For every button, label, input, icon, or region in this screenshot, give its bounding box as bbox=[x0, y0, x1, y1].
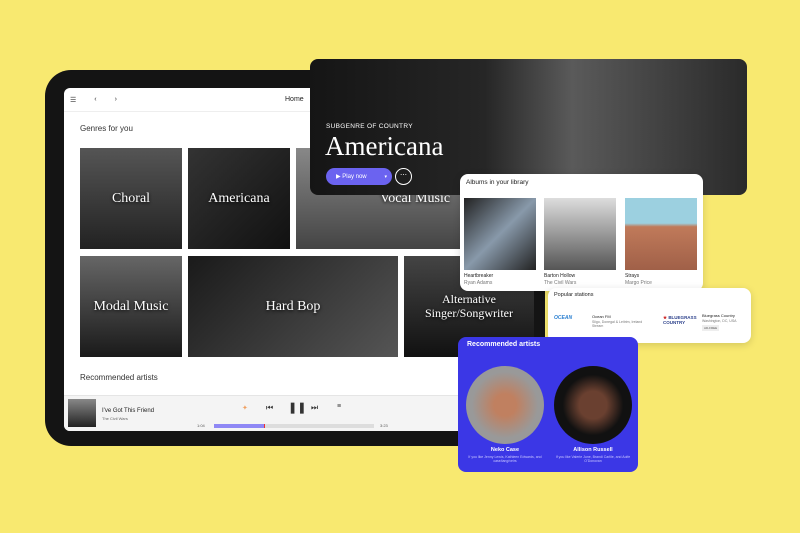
previous-icon[interactable]: ⏮ bbox=[266, 403, 273, 413]
artist-desc: If you like Jenny Lewis, Kathleen Edward… bbox=[468, 455, 542, 463]
album-name: Barton Hollow bbox=[544, 273, 576, 279]
genres-title: Genres for you bbox=[80, 124, 133, 133]
album-cover[interactable] bbox=[464, 198, 536, 270]
album-cover[interactable] bbox=[544, 198, 616, 270]
station-badge: AD-FREE bbox=[702, 325, 720, 331]
hero-title: Americana bbox=[325, 131, 444, 161]
star-icon[interactable]: ✦ bbox=[242, 404, 248, 412]
back-icon[interactable]: ‹ bbox=[94, 96, 96, 103]
album-name: Heartbreaker bbox=[464, 273, 494, 279]
artist-name: Neko Case bbox=[490, 447, 520, 453]
duration: 3:23 bbox=[380, 423, 388, 428]
albums-card: Albums in your library Heartbreaker Ryan… bbox=[460, 174, 703, 291]
genre-modal-music[interactable]: Modal Music bbox=[80, 256, 182, 357]
waveform-scrubber[interactable] bbox=[214, 424, 374, 428]
dropdown-icon[interactable]: ▾ bbox=[384, 174, 387, 180]
stations-card: Popular stations OCEAN Ocean FM Sligo, D… bbox=[548, 288, 751, 343]
home-link[interactable]: Home bbox=[285, 96, 304, 103]
track-artist: The Civil Wars bbox=[102, 416, 128, 421]
queue-icon[interactable]: ≡ bbox=[337, 403, 341, 410]
recommended-artists-card: Recommended artists Neko Case If you lik… bbox=[458, 337, 638, 472]
forward-icon[interactable]: › bbox=[115, 96, 117, 103]
album-cover[interactable] bbox=[625, 198, 697, 270]
pause-icon[interactable]: ❚❚ bbox=[288, 401, 306, 414]
play-now-button[interactable]: ▶ Play now ▾ bbox=[326, 168, 392, 185]
hero-eyebrow: SUBGENRE OF COUNTRY bbox=[326, 123, 413, 130]
artist-avatar[interactable] bbox=[554, 366, 632, 444]
station-location: Washington, DC, USA bbox=[702, 319, 737, 323]
ocean-fm-logo: OCEAN bbox=[554, 315, 573, 321]
stations-title: Popular stations bbox=[554, 292, 594, 298]
genre-hard-bop[interactable]: Hard Bop bbox=[188, 256, 398, 357]
bluegrass-country-logo: ★ BLUEGRASS COUNTRY bbox=[663, 315, 697, 325]
album-artist: The Civil Wars bbox=[544, 280, 577, 286]
station-name: Ocean FM bbox=[592, 314, 611, 319]
album-art bbox=[68, 399, 96, 427]
albums-title: Albums in your library bbox=[466, 179, 529, 186]
more-options-button[interactable]: ⋯ bbox=[395, 168, 412, 185]
elapsed-time: 1:04 bbox=[197, 423, 205, 428]
genre-choral[interactable]: Choral bbox=[80, 148, 182, 249]
artist-name: Allison Russell bbox=[573, 447, 613, 453]
station-type: Stream bbox=[592, 324, 604, 328]
genre-americana[interactable]: Americana bbox=[188, 148, 290, 249]
album-artist: Margo Price bbox=[625, 280, 652, 286]
artist-desc: If you like Valerie June, Brandi Carlile… bbox=[555, 455, 631, 463]
station-location: Sligo, Donegal & Leitrim, Ireland Stream bbox=[592, 320, 648, 328]
station-name: Bluegrass Country bbox=[702, 313, 735, 318]
album-name: Strays bbox=[625, 273, 640, 279]
recommended-label: Recommended artists bbox=[80, 373, 158, 382]
track-title: I've Got This Friend bbox=[102, 408, 155, 414]
menu-icon[interactable]: ☰ bbox=[70, 96, 76, 104]
artists-title: Recommended artists bbox=[467, 341, 541, 348]
play-now-label: Play now bbox=[342, 173, 367, 180]
next-icon[interactable]: ⏭ bbox=[311, 403, 318, 413]
bluegrass-logo-text: BLUEGRASS COUNTRY bbox=[663, 315, 697, 325]
album-artist: Ryan Adams bbox=[464, 280, 493, 286]
artist-avatar[interactable] bbox=[466, 366, 544, 444]
